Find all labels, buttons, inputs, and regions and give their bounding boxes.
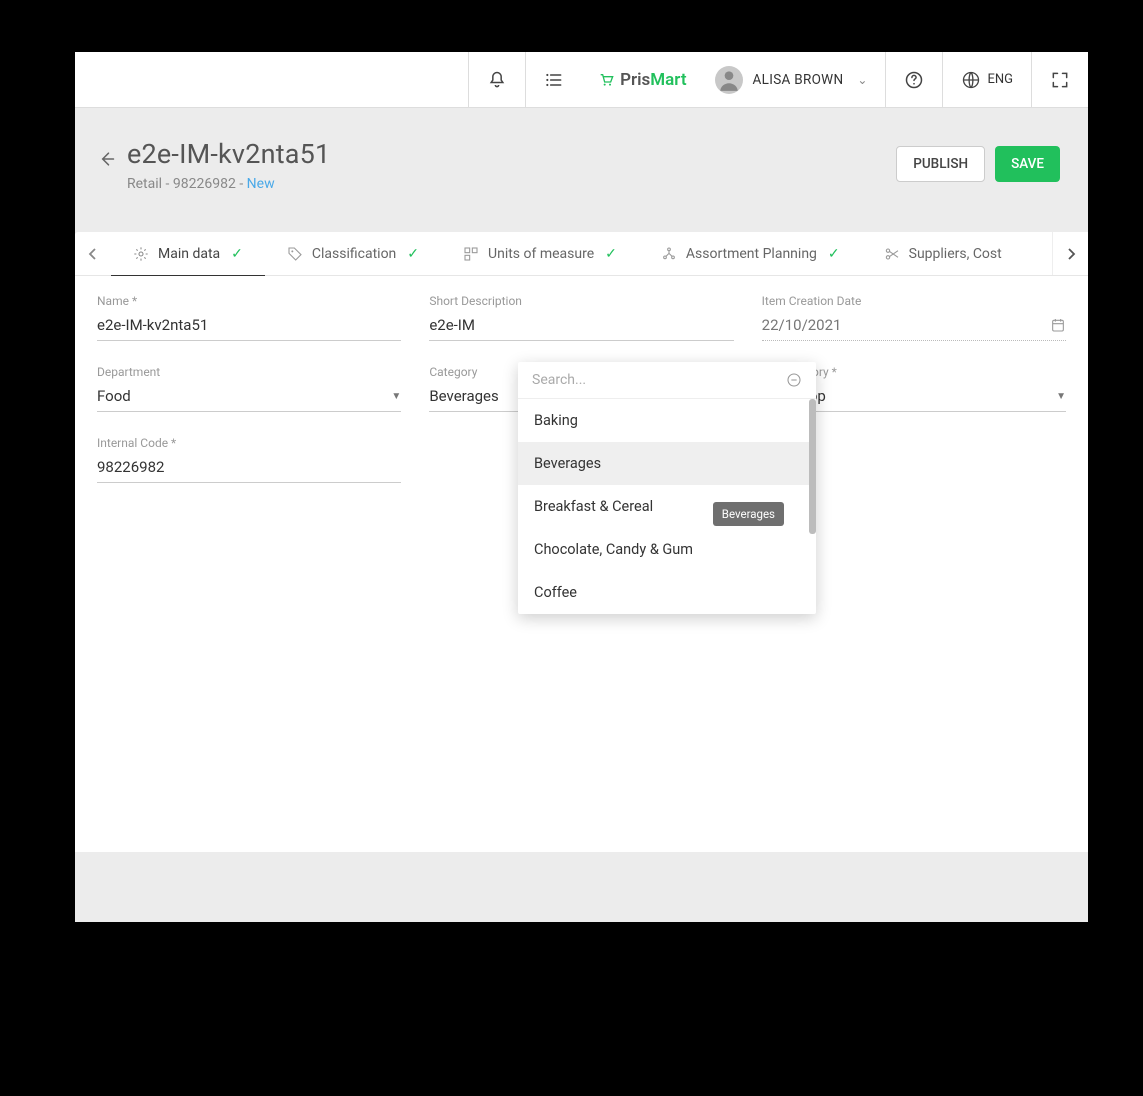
save-button[interactable]: SAVE — [995, 146, 1060, 182]
breadcrumb-status[interactable]: New — [247, 176, 275, 192]
dropdown-item[interactable]: Chocolate, Candy & Gum — [518, 528, 816, 571]
expand-icon — [1050, 70, 1070, 90]
tabs-row: Main data ✓ Classification ✓ Units of me… — [75, 232, 1088, 276]
gear-icon — [133, 246, 149, 262]
dropdown-item[interactable]: Coffee — [518, 571, 816, 614]
dropdown-tooltip: Beverages — [713, 502, 784, 526]
tab-units[interactable]: Units of measure ✓ — [441, 232, 639, 276]
language-label: ENG — [987, 72, 1013, 87]
page-title: e2e-IM-kv2nta51 — [127, 138, 896, 170]
page-header: e2e-IM-kv2nta51 Retail - 98226982 - New … — [75, 138, 1088, 192]
clear-icon[interactable] — [786, 372, 802, 388]
scissors-icon — [884, 246, 900, 262]
chevron-right-icon — [1066, 247, 1076, 261]
tag-icon — [287, 246, 303, 262]
user-menu[interactable]: ALISA BROWN ⌄ — [703, 52, 886, 107]
calendar-icon — [1050, 317, 1066, 333]
language-button[interactable]: ENG — [942, 52, 1031, 107]
check-icon: ✓ — [407, 246, 419, 262]
grid-icon — [463, 246, 479, 262]
chevron-down-icon: ⌄ — [857, 73, 867, 87]
internal-code-input[interactable] — [97, 454, 401, 483]
dropdown-search-row — [518, 362, 816, 399]
tab-assortment[interactable]: Assortment Planning ✓ — [639, 232, 862, 276]
breadcrumb-retail: Retail — [127, 176, 162, 192]
list-button[interactable] — [525, 52, 582, 107]
chevron-left-icon — [88, 247, 98, 261]
field-department: Department Food ▼ — [97, 365, 401, 412]
help-button[interactable] — [885, 52, 942, 107]
scrollbar[interactable] — [809, 399, 816, 534]
field-label: Internal Code * — [97, 436, 401, 450]
tab-label: Suppliers, Cost — [909, 246, 1002, 262]
back-button[interactable] — [89, 142, 123, 176]
caret-down-icon: ▼ — [1056, 391, 1066, 402]
tabs-prev[interactable] — [75, 232, 111, 275]
check-icon: ✓ — [828, 246, 840, 262]
department-select[interactable]: Food ▼ — [97, 383, 401, 412]
tab-classification[interactable]: Classification ✓ — [265, 232, 441, 276]
avatar — [715, 66, 743, 94]
date-value: 22/10/2021 — [762, 316, 842, 334]
select-value: Beverages — [429, 387, 498, 405]
tab-label: Units of measure — [488, 246, 594, 262]
globe-icon — [961, 70, 981, 90]
arrow-left-icon — [96, 149, 116, 169]
caret-down-icon: ▼ — [391, 391, 401, 402]
name-input[interactable] — [97, 312, 401, 341]
field-label: Short Description — [429, 294, 733, 308]
fullscreen-button[interactable] — [1031, 52, 1088, 107]
bell-icon — [487, 70, 507, 90]
tab-suppliers[interactable]: Suppliers, Cost — [862, 232, 1024, 276]
tab-main-data[interactable]: Main data ✓ — [111, 232, 265, 276]
tab-label: Assortment Planning — [686, 246, 817, 262]
tabs-next[interactable] — [1052, 232, 1088, 275]
field-name: Name * — [97, 294, 401, 341]
logo-mart: Mart — [650, 70, 686, 90]
short-description-input[interactable] — [429, 312, 733, 341]
list-icon — [544, 70, 564, 90]
notifications-button[interactable] — [468, 52, 525, 107]
help-icon — [904, 70, 924, 90]
cart-icon — [598, 72, 614, 88]
publish-button[interactable]: PUBLISH — [896, 146, 985, 182]
category-dropdown: Baking Beverages Breakfast & Cereal Choc… — [518, 362, 816, 614]
breadcrumb: Retail - 98226982 - New — [127, 176, 896, 192]
field-label: Department — [97, 365, 401, 379]
main-card: Main data ✓ Classification ✓ Units of me… — [75, 232, 1088, 852]
tab-label: Main data — [158, 246, 220, 262]
field-creation-date: Item Creation Date 22/10/2021 — [762, 294, 1066, 341]
app-window: PrisMart ALISA BROWN ⌄ ENG e2e-IM — [75, 52, 1088, 922]
select-value: Food — [97, 387, 131, 405]
check-icon: ✓ — [231, 246, 243, 262]
logo-pris: Pris — [620, 70, 650, 90]
dropdown-search-input[interactable] — [532, 372, 786, 388]
field-internal-code: Internal Code * — [97, 436, 401, 483]
field-label: Item Creation Date — [762, 294, 1066, 308]
dropdown-item[interactable]: Baking — [518, 399, 816, 442]
field-label: Name * — [97, 294, 401, 308]
creation-date-input[interactable]: 22/10/2021 — [762, 312, 1066, 341]
field-short-description: Short Description — [429, 294, 733, 341]
network-icon — [661, 246, 677, 262]
top-header: PrisMart ALISA BROWN ⌄ ENG — [75, 52, 1088, 108]
tab-label: Classification — [312, 246, 396, 262]
breadcrumb-code: 98226982 — [173, 176, 236, 192]
check-icon: ✓ — [605, 246, 617, 262]
dropdown-item[interactable]: Beverages — [518, 442, 816, 485]
page-body: e2e-IM-kv2nta51 Retail - 98226982 - New … — [75, 108, 1088, 922]
logo[interactable]: PrisMart — [582, 52, 702, 107]
user-name-label: ALISA BROWN — [753, 72, 844, 88]
